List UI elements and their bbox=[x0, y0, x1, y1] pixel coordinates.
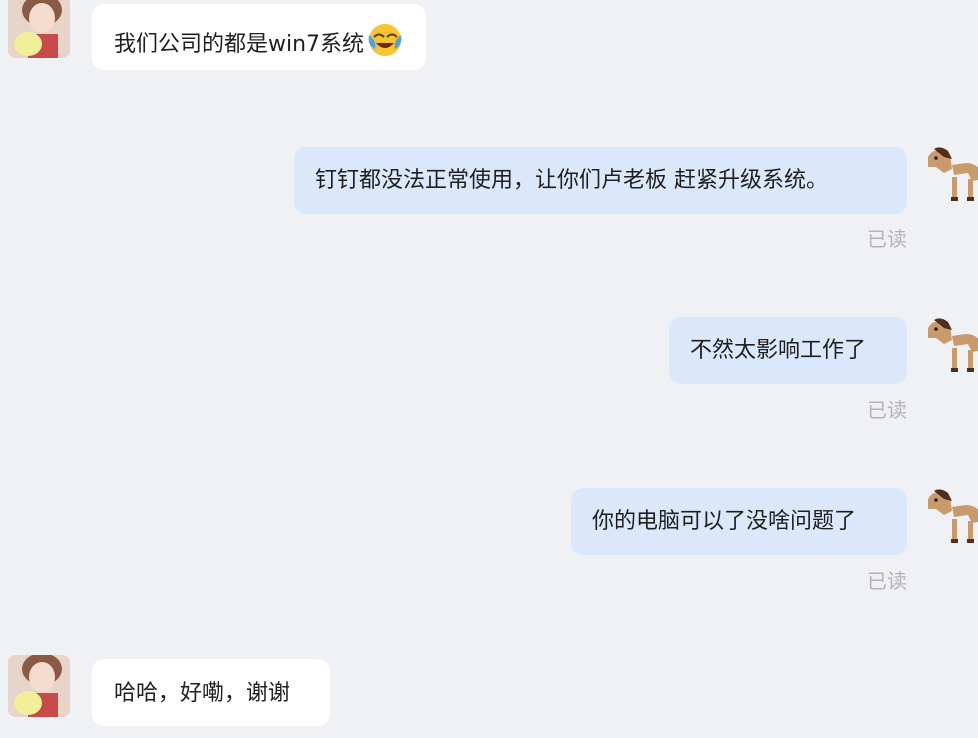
read-status: 已读 bbox=[867, 569, 907, 593]
user-avatar-horse-icon[interactable] bbox=[922, 316, 978, 376]
message-text: 你的电脑可以了没啥问题了 bbox=[592, 509, 857, 534]
message-bubble-incoming[interactable]: 我们公司的都是win7系统 bbox=[92, 4, 427, 70]
read-status: 已读 bbox=[867, 227, 907, 251]
user-avatar-horse-icon[interactable] bbox=[922, 487, 978, 547]
user-avatar-horse-icon[interactable] bbox=[922, 145, 978, 205]
message-text: 钉钉都没法正常使用，让你们卢老板 赶紧升级系统。 bbox=[315, 168, 828, 193]
message-bubble-incoming[interactable]: 哈哈，好嘞，谢谢 bbox=[92, 659, 330, 726]
crying-laughing-emoji-icon bbox=[366, 21, 404, 59]
chat-window: 我们公司的都是win7系统 钉钉都没法正常使用，让你们卢老板 赶紧升级系统。 已… bbox=[0, 0, 978, 738]
contact-avatar[interactable] bbox=[8, 655, 70, 717]
message-bubble-outgoing[interactable]: 钉钉都没法正常使用，让你们卢老板 赶紧升级系统。 bbox=[294, 147, 907, 214]
contact-avatar[interactable] bbox=[8, 0, 70, 58]
message-text: 不然太影响工作了 bbox=[690, 338, 867, 363]
message-bubble-outgoing[interactable]: 不然太影响工作了 bbox=[669, 317, 907, 384]
message-bubble-outgoing[interactable]: 你的电脑可以了没啥问题了 bbox=[571, 488, 907, 555]
message-text: 我们公司的都是win7系统 bbox=[114, 32, 365, 57]
message-text: 哈哈，好嘞，谢谢 bbox=[114, 681, 291, 706]
read-status: 已读 bbox=[867, 398, 907, 422]
